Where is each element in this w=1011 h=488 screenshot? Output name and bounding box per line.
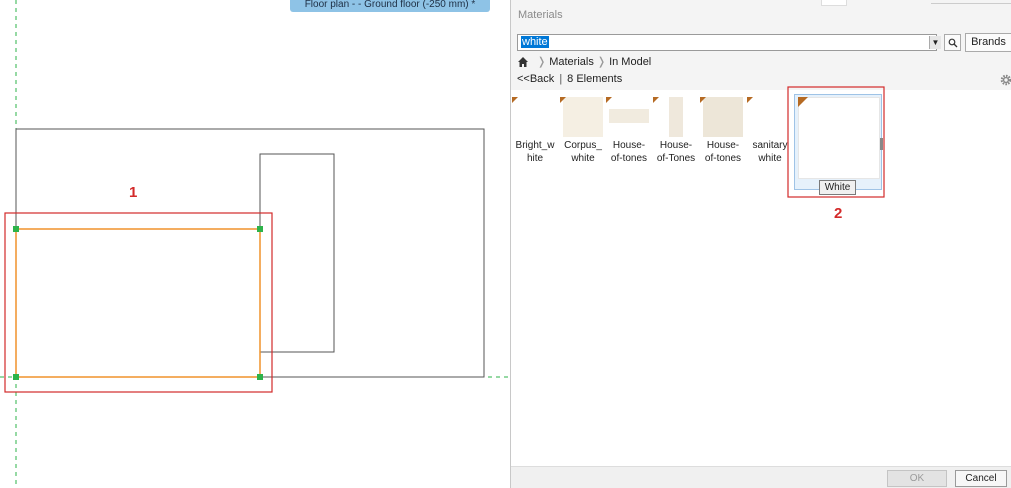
highlight-box-2 — [787, 86, 885, 198]
material-swatch — [751, 97, 789, 135]
element-count: 8 Elements — [567, 73, 623, 85]
panel-top-control — [821, 0, 847, 6]
selection-handle[interactable] — [257, 226, 263, 232]
selection-handle[interactable] — [13, 374, 19, 380]
search-input-value: white — [521, 36, 549, 48]
material-swatch — [669, 97, 683, 137]
material-badge-icon — [653, 97, 659, 103]
search-input[interactable]: white — [517, 34, 937, 51]
selection-handle[interactable] — [13, 226, 19, 232]
breadcrumb-separator: ❭ — [537, 56, 547, 68]
chevron-down-icon: ▼ — [931, 38, 940, 47]
material-tile[interactable]: House- of-tones — [700, 97, 746, 167]
material-name-line2: hite — [526, 153, 544, 164]
material-name-line2: of-tones — [704, 153, 742, 164]
search-button[interactable] — [944, 34, 961, 51]
room-outline[interactable] — [15, 128, 485, 378]
brands-button[interactable]: Brands — [965, 33, 1011, 52]
material-badge-icon — [606, 97, 612, 103]
materials-list[interactable]: Bright_w hite Corpus_ white House- of-to… — [511, 90, 1011, 466]
search-history-dropdown[interactable]: ▼ — [929, 36, 941, 49]
material-name-line2: of-Tones — [656, 153, 696, 164]
panel-title: Materials — [518, 9, 563, 21]
material-swatch — [609, 109, 649, 123]
material-name-line1: House- — [659, 140, 693, 151]
material-badge-icon — [560, 97, 566, 103]
material-tile[interactable]: House- of-tones — [606, 97, 652, 167]
view-tab[interactable]: Floor plan - - Ground floor (-250 mm) * — [290, 0, 490, 12]
breadcrumb: ❭ Materials ❭ In Model — [517, 55, 651, 69]
breadcrumb-item-materials[interactable]: Materials — [549, 55, 594, 69]
inner-room-outline[interactable] — [259, 153, 335, 353]
material-tile[interactable]: Bright_w hite — [512, 97, 558, 167]
dialog-footer: OK Cancel — [511, 466, 1011, 488]
navigation-row: <<Back | 8 Elements — [517, 73, 622, 86]
selected-element[interactable] — [15, 228, 261, 378]
material-name-line1: Bright_w — [515, 140, 555, 151]
material-swatch — [703, 97, 743, 137]
materials-panel: Materials white ▼ Brands ❭ Materials ❭ I… — [510, 0, 1011, 488]
search-icon — [948, 38, 957, 48]
callout-2: 2 — [834, 205, 843, 222]
ok-button[interactable]: OK — [887, 470, 947, 487]
material-swatch — [516, 97, 554, 135]
material-tile[interactable]: Corpus_ white — [560, 97, 606, 167]
material-badge-icon — [747, 97, 753, 103]
material-badge-icon — [512, 97, 518, 103]
material-name-line1: House- — [706, 140, 740, 151]
material-name-line1: Corpus_ — [564, 140, 602, 151]
material-tile[interactable]: House- of-Tones — [653, 97, 699, 167]
selection-handle[interactable] — [257, 374, 263, 380]
material-badge-icon — [700, 97, 706, 103]
breadcrumb-separator: ❭ — [596, 56, 607, 68]
material-name-line2: white — [571, 153, 595, 164]
floor-plan-drawing[interactable] — [0, 0, 510, 488]
material-name-line1: House- — [612, 140, 646, 151]
cancel-button[interactable]: Cancel — [955, 470, 1007, 487]
home-icon[interactable] — [517, 56, 529, 68]
back-link[interactable]: <<Back — [517, 73, 554, 86]
floor-plan-canvas[interactable]: Floor plan - - Ground floor (-250 mm) * … — [0, 0, 510, 488]
gear-icon[interactable] — [1000, 74, 1011, 86]
highlight-box-1 — [4, 212, 273, 393]
material-swatch — [563, 97, 603, 137]
panel-top-divider — [931, 0, 1011, 4]
callout-1: 1 — [129, 184, 138, 201]
breadcrumb-item-in-model[interactable]: In Model — [609, 55, 651, 69]
material-name-line2: of-tones — [610, 153, 648, 164]
nav-divider: | — [559, 73, 563, 85]
